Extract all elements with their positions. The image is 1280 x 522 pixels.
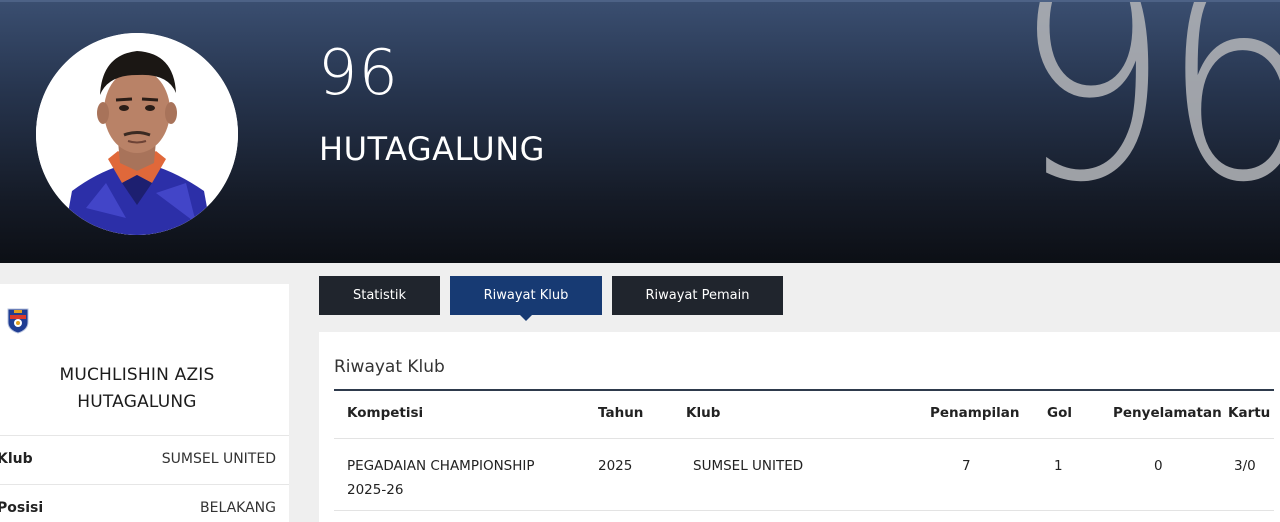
column-header-saves: Penyelamatan <box>1113 405 1222 421</box>
cell-cards: 3/0 <box>1234 458 1256 474</box>
column-header-appearances: Penampilan <box>930 405 1020 421</box>
cell-competition-line2: 2025-26 <box>347 482 404 498</box>
cell-appearances: 7 <box>962 458 971 474</box>
jersey-number: 96 <box>318 36 399 109</box>
hero-background-number: 96 <box>1013 0 1280 248</box>
panel-title: Riwayat Klub <box>334 357 445 377</box>
player-full-name: MUCHLISHIN AZIS HUTAGALUNG <box>0 362 274 416</box>
tab-statistik[interactable]: Statistik <box>319 276 440 315</box>
column-header-goals: Gol <box>1047 405 1072 421</box>
player-profile-card: MUCHLISHIN AZIS HUTAGALUNG Klub SUMSEL U… <box>0 284 289 522</box>
player-surname: HUTAGALUNG <box>319 130 545 168</box>
cell-saves: 0 <box>1154 458 1163 474</box>
info-row-club: Klub SUMSEL UNITED <box>0 435 289 484</box>
column-header-year: Tahun <box>598 405 644 421</box>
player-full-name-line2: HUTAGALUNG <box>77 392 197 412</box>
tab-riwayat-pemain[interactable]: Riwayat Pemain <box>612 276 783 315</box>
cell-competition-line1: PEGADAIAN CHAMPIONSHIP <box>347 458 535 474</box>
info-value: SUMSEL UNITED <box>161 451 276 467</box>
title-divider <box>334 389 1274 391</box>
club-history-panel: Riwayat Klub Kompetisi Tahun Klub Penamp… <box>319 332 1280 522</box>
info-value: BELAKANG <box>200 500 276 516</box>
row-divider <box>334 510 1274 511</box>
info-label: Klub <box>0 451 33 467</box>
column-header-club: Klub <box>686 405 721 421</box>
info-label: Posisi <box>0 500 44 516</box>
info-row-position: Posisi BELAKANG <box>0 484 289 522</box>
cell-year: 2025 <box>598 458 633 474</box>
player-hero-banner: 96 96 HUTAGALUNG <box>0 0 1280 263</box>
cell-competition: PEGADAIAN CHAMPIONSHIP 2025-26 <box>347 454 535 502</box>
player-photo-illustration <box>36 33 238 235</box>
column-header-competition: Kompetisi <box>347 405 424 421</box>
club-logo-icon <box>6 306 30 334</box>
header-row-divider <box>334 438 1274 439</box>
cell-goals: 1 <box>1054 458 1063 474</box>
column-header-cards: Kartu <box>1228 405 1271 421</box>
cell-club: SUMSEL UNITED <box>693 458 804 474</box>
player-avatar <box>36 33 238 235</box>
player-full-name-line1: MUCHLISHIN AZIS <box>59 365 215 385</box>
tab-riwayat-klub[interactable]: Riwayat Klub <box>450 276 602 321</box>
